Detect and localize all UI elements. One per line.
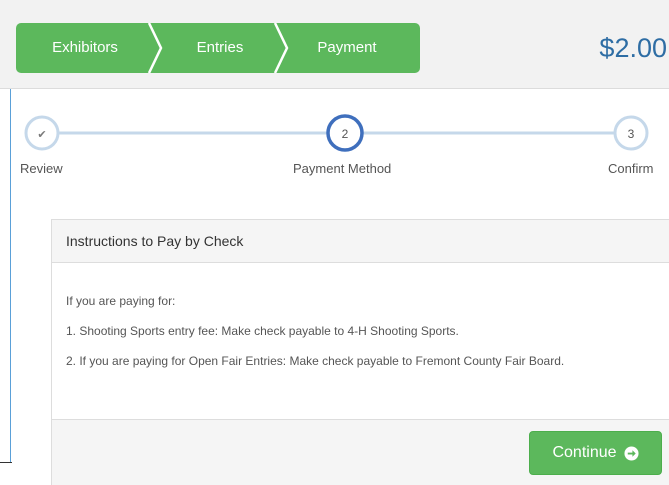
- step-payment-method-number: 2: [342, 127, 349, 141]
- step-review-label: Review: [20, 161, 63, 176]
- checkmark-icon: ✔: [37, 128, 46, 141]
- panel-body: If you are paying for: 1. Shooting Sport…: [52, 263, 669, 419]
- instruction-item-2: 2. If you are paying for Open Fair Entri…: [66, 354, 565, 368]
- header-bar: Exhibitors Entries Payment $2.00: [0, 0, 669, 89]
- panel-footer: Continue: [52, 419, 669, 485]
- step-payment-method-label: Payment Method: [293, 161, 392, 176]
- panel-title: Instructions to Pay by Check: [66, 233, 244, 249]
- breadcrumb-item-entries[interactable]: Entries: [158, 23, 282, 73]
- arrow-circle-right-icon: [623, 445, 639, 461]
- continue-button-label: Continue: [552, 444, 617, 461]
- step-confirm-number: 3: [628, 127, 635, 141]
- step-confirm-label: Confirm: [608, 161, 654, 176]
- progress-stepper: ✔ 2 3 Review Payment Method Confirm: [0, 110, 669, 185]
- instruction-intro: If you are paying for:: [66, 294, 176, 308]
- check-instructions-panel: Instructions to Pay by Check If you are …: [51, 219, 669, 485]
- continue-button[interactable]: Continue: [529, 431, 662, 475]
- page: Exhibitors Entries Payment $2.00 ✔ 2 3 R…: [0, 0, 669, 485]
- breadcrumb-item-payment[interactable]: Payment: [284, 23, 410, 73]
- instruction-item-1: 1. Shooting Sports entry fee: Make check…: [66, 324, 459, 338]
- order-total: $2.00: [599, 33, 667, 63]
- panel-header: Instructions to Pay by Check: [52, 220, 669, 263]
- breadcrumb-item-exhibitors[interactable]: Exhibitors: [16, 23, 154, 73]
- breadcrumb: Exhibitors Entries Payment: [16, 23, 420, 73]
- stepper-track: ✔ 2 3: [24, 114, 649, 152]
- bottom-rule: [0, 462, 12, 463]
